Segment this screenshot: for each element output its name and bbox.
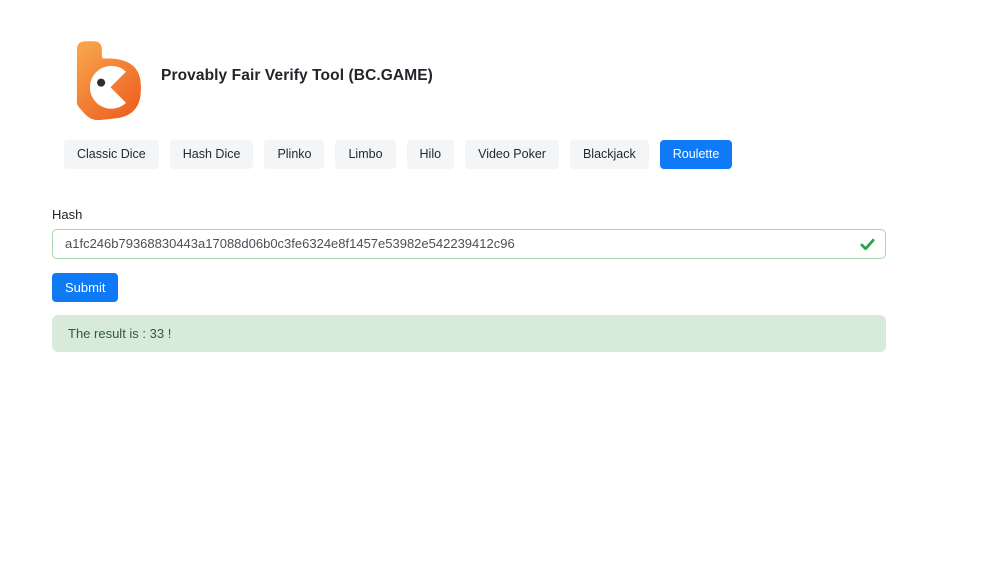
tab-limbo[interactable]: Limbo — [335, 140, 395, 169]
result-alert: The result is : 33 ! — [52, 315, 886, 352]
hash-input-wrap — [52, 229, 886, 259]
page: Provably Fair Verify Tool (BC.GAME) Clas… — [0, 0, 1000, 585]
page-title: Provably Fair Verify Tool (BC.GAME) — [161, 67, 433, 85]
tab-classic-dice[interactable]: Classic Dice — [64, 140, 159, 169]
tab-roulette[interactable]: Roulette — [660, 140, 733, 169]
tab-hash-dice[interactable]: Hash Dice — [170, 140, 254, 169]
tab-video-poker[interactable]: Video Poker — [465, 140, 559, 169]
verify-form: Hash Submit The result is : 33 ! — [52, 207, 886, 352]
bcgame-logo-icon — [66, 36, 144, 123]
hash-input[interactable] — [52, 229, 886, 259]
header: Provably Fair Verify Tool (BC.GAME) — [0, 0, 1000, 123]
tab-plinko[interactable]: Plinko — [264, 140, 324, 169]
tab-blackjack[interactable]: Blackjack — [570, 140, 649, 169]
tab-hilo[interactable]: Hilo — [407, 140, 455, 169]
game-tabs: Classic Dice Hash Dice Plinko Limbo Hilo… — [64, 140, 1000, 169]
hash-label: Hash — [52, 207, 886, 222]
submit-button[interactable]: Submit — [52, 273, 118, 302]
